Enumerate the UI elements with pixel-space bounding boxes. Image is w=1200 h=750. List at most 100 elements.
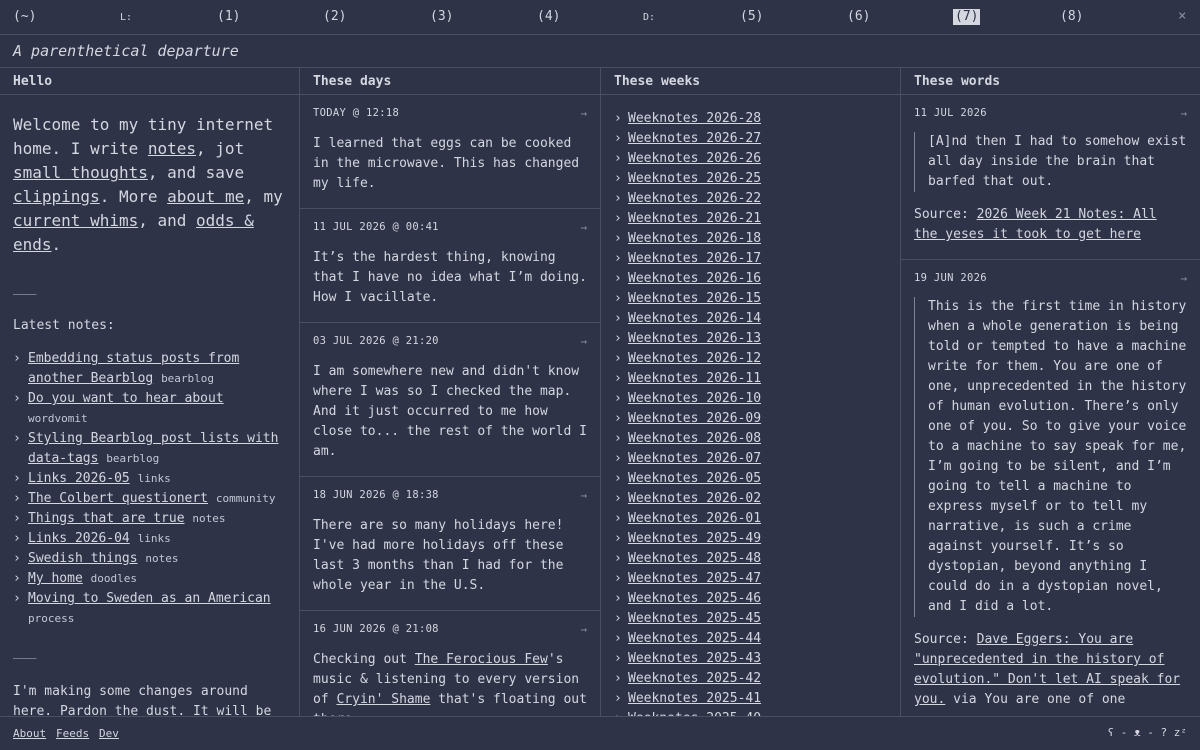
these-days-column: These days TODAY @ 12:18 → I learned that …	[300, 68, 601, 716]
weeknote-link[interactable]: Weeknotes 2026-01	[628, 511, 761, 526]
weeknote-item: Weeknotes 2026-02	[614, 489, 887, 509]
cryin-shame-link[interactable]: Cryin' Shame	[336, 692, 430, 707]
post-body: There are so many holidays here! I've ha…	[313, 518, 564, 593]
current-whims-link[interactable]: current whims	[13, 211, 138, 230]
nav-link-7-active[interactable]: (7)	[953, 9, 981, 25]
clippings-link[interactable]: clippings	[13, 187, 100, 206]
weeknote-link[interactable]: Weeknotes 2025-49	[628, 531, 761, 546]
nav-link-1[interactable]: (1)	[217, 9, 240, 25]
weeknotes-list: Weeknotes 2026-28 Weeknotes 2026-27 Weekno…	[601, 109, 900, 716]
note-item: My home doodles	[13, 569, 286, 589]
about-me-link[interactable]: about me	[167, 187, 244, 206]
source-tail: via You are one of one	[945, 692, 1126, 707]
ferocious-few-link[interactable]: The Ferocious Few	[415, 652, 548, 667]
weeknote-link[interactable]: Weeknotes 2026-17	[628, 251, 761, 266]
small-thoughts-link[interactable]: small thoughts	[13, 163, 148, 182]
weeknote-link[interactable]: Weeknotes 2026-13	[628, 331, 761, 346]
note-item: Moving to Sweden as an American process	[13, 589, 286, 629]
footer-dev-link[interactable]: Dev	[99, 727, 119, 740]
pardon-text: I'm making some changes around here. Par…	[13, 684, 272, 716]
weeknote-item: Weeknotes 2026-01	[614, 509, 887, 529]
post-date: 03 JUL 2026 @ 21:20	[313, 335, 439, 347]
post-body: I learned that eggs can be cooked in the…	[313, 136, 580, 191]
nav-home-link[interactable]: (~)	[13, 9, 36, 25]
close-icon[interactable]: ×	[1178, 8, 1186, 24]
weeknote-item: Weeknotes 2026-22	[614, 189, 887, 209]
column-title-hello: Hello	[0, 68, 299, 95]
weeknote-link[interactable]: Weeknotes 2026-09	[628, 411, 761, 426]
site-subtitle: A parenthetical departure	[13, 42, 239, 60]
footer-kaomoji[interactable]: ʕ - ᴥ - ? zᶻ	[1108, 726, 1187, 740]
footer-about-link[interactable]: About	[13, 727, 46, 740]
weeknote-link[interactable]: Weeknotes 2026-02	[628, 491, 761, 506]
weeknote-link[interactable]: Weeknotes 2026-26	[628, 151, 761, 166]
separator: ———	[13, 287, 37, 302]
note-tag: notes	[192, 512, 226, 525]
post-body: I am somewhere new and didn't know where…	[313, 364, 587, 459]
nav-link-2[interactable]: (2)	[323, 9, 346, 25]
weeknote-item: Weeknotes 2026-14	[614, 309, 887, 329]
weeknote-link[interactable]: Weeknotes 2026-11	[628, 371, 761, 386]
weeknote-link[interactable]: Weeknotes 2025-42	[628, 671, 761, 686]
nav-section-label-l: L:	[120, 12, 133, 23]
weeknote-link[interactable]: Weeknotes 2026-21	[628, 211, 761, 226]
nav-link-5[interactable]: (5)	[740, 9, 763, 25]
note-tag: bearblog	[161, 372, 215, 385]
arrow-icon[interactable]: →	[1180, 107, 1187, 120]
weeknote-link[interactable]: Weeknotes 2026-16	[628, 271, 761, 286]
nav-link-6[interactable]: (6)	[847, 9, 870, 25]
source-label: Source:	[914, 632, 977, 647]
weeknote-item: Weeknotes 2025-42	[614, 669, 887, 689]
note-link[interactable]: Links 2026-04	[28, 531, 130, 546]
note-link[interactable]: Links 2026-05	[28, 471, 130, 486]
weeknote-item: Weeknotes 2026-18	[614, 229, 887, 249]
note-link[interactable]: Swedish things	[28, 551, 138, 566]
weeknote-link[interactable]: Weeknotes 2026-18	[628, 231, 761, 246]
nav-link-3[interactable]: (3)	[430, 9, 453, 25]
weeknote-link[interactable]: Weeknotes 2025-47	[628, 571, 761, 586]
weeknote-link[interactable]: Weeknotes 2026-12	[628, 351, 761, 366]
nav-link-4[interactable]: (4)	[537, 9, 560, 25]
weeknote-link[interactable]: Weeknotes 2026-08	[628, 431, 761, 446]
weeknote-link[interactable]: Weeknotes 2026-07	[628, 451, 761, 466]
weeknote-link[interactable]: Weeknotes 2026-14	[628, 311, 761, 326]
nav-link-8[interactable]: (8)	[1060, 9, 1083, 25]
weeknote-link[interactable]: Weeknotes 2025-45	[628, 611, 761, 626]
arrow-icon[interactable]: →	[580, 489, 587, 502]
weeknote-link[interactable]: Weeknotes 2026-25	[628, 171, 761, 186]
weeknote-link[interactable]: Weeknotes 2026-10	[628, 391, 761, 406]
weeknote-link[interactable]: Weeknotes 2026-15	[628, 291, 761, 306]
note-item: Things that are true notes	[13, 509, 286, 529]
weeknote-link[interactable]: Weeknotes 2025-44	[628, 631, 761, 646]
weeknote-link[interactable]: Weeknotes 2025-48	[628, 551, 761, 566]
weeknote-item: Weeknotes 2026-16	[614, 269, 887, 289]
weeknote-item: Weeknotes 2026-07	[614, 449, 887, 469]
arrow-icon[interactable]: →	[580, 107, 587, 120]
weeknote-item: Weeknotes 2026-17	[614, 249, 887, 269]
arrow-icon[interactable]: →	[580, 221, 587, 234]
welcome-text-part: , and save	[147, 163, 245, 182]
weeknote-link[interactable]: Weeknotes 2026-05	[628, 471, 761, 486]
weeknote-link[interactable]: Weeknotes 2025-43	[628, 651, 761, 666]
quote-entry: 19 JUN 2026 → This is the first time in hi…	[901, 260, 1200, 716]
weeknote-link[interactable]: Weeknotes 2025-41	[628, 691, 761, 706]
note-link[interactable]: My home	[28, 571, 83, 586]
note-link[interactable]: Do you want to hear about	[28, 391, 224, 406]
footer-feeds-link[interactable]: Feeds	[56, 727, 89, 740]
note-link[interactable]: The Colbert questionert	[28, 491, 208, 506]
notes-link[interactable]: notes	[148, 139, 196, 158]
weeknote-link[interactable]: Weeknotes 2026-28	[628, 111, 761, 126]
weeknote-link[interactable]: Weeknotes 2026-22	[628, 191, 761, 206]
weeknote-link[interactable]: Weeknotes 2026-27	[628, 131, 761, 146]
arrow-icon[interactable]: →	[580, 335, 587, 348]
arrow-icon[interactable]: →	[1180, 272, 1187, 285]
weeknote-item: Weeknotes 2026-08	[614, 429, 887, 449]
weeknote-link[interactable]: Weeknotes 2025-46	[628, 591, 761, 606]
weeknote-item: Weeknotes 2026-28	[614, 109, 887, 129]
latest-notes-list: Embedding status posts from another Bear…	[0, 349, 299, 629]
note-link[interactable]: Things that are true	[28, 511, 185, 526]
arrow-icon[interactable]: →	[580, 623, 587, 636]
note-link[interactable]: Moving to Sweden as an American	[28, 591, 271, 606]
quote-date: 19 JUN 2026	[914, 272, 987, 284]
note-item: Links 2026-05 links	[13, 469, 286, 489]
